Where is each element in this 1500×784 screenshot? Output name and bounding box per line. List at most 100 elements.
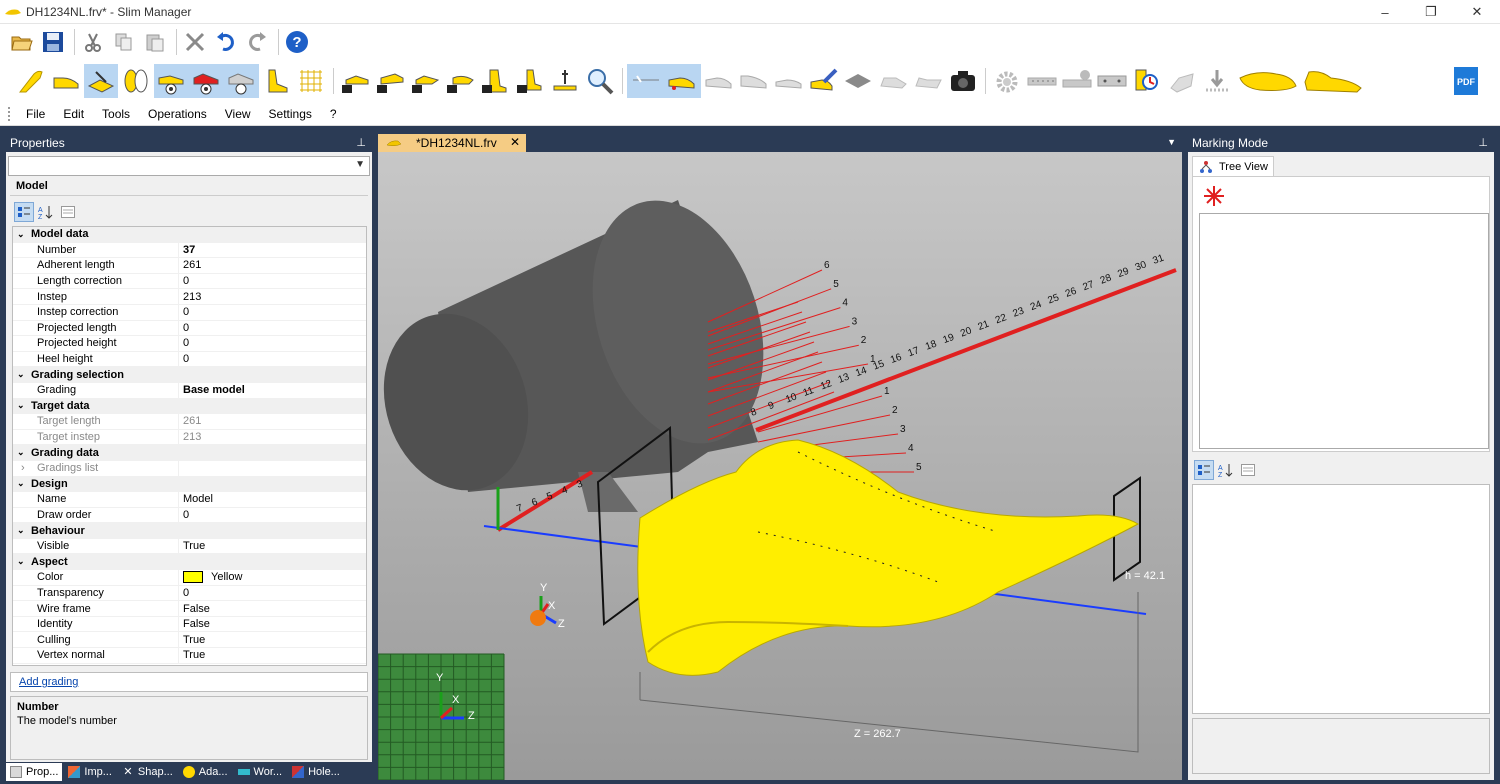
symmetry-button[interactable] [119,64,153,98]
property-category[interactable]: ⌄ Design [13,476,366,493]
export-last-button[interactable] [1130,64,1164,98]
mark-line-button[interactable] [629,64,663,98]
property-value[interactable]: Yellow [179,570,366,585]
eye-red-button[interactable] [189,64,223,98]
copy-button[interactable] [110,28,138,56]
property-value[interactable]: 0 [179,336,366,351]
menu-edit[interactable]: Edit [54,107,93,121]
grey-last-3-button[interactable] [771,64,805,98]
menu-tools[interactable]: Tools [93,107,139,121]
property-value[interactable]: True [179,539,366,554]
chevron-down-icon[interactable]: ⌄ [17,556,31,567]
property-row[interactable]: Adherent length 261 [13,258,366,274]
flat-pattern-button[interactable] [841,64,875,98]
tab-adapt[interactable]: Ada... [179,763,232,781]
tab-holes[interactable]: Hole... [288,763,344,781]
tab-work[interactable]: Wor... [234,763,287,781]
camera-view-6-button[interactable] [513,64,547,98]
property-row[interactable]: Projected length 0 [13,320,366,337]
pin-icon[interactable]: ⊥ [356,136,366,149]
alphabetical-sort-button[interactable]: AZ [36,202,56,222]
ruler-gear-button[interactable] [1060,64,1094,98]
property-value[interactable]: 0 [179,321,366,336]
camera-view-3-button[interactable] [408,64,442,98]
property-category[interactable]: ⌄ Behaviour [13,523,366,539]
property-value[interactable]: 0 [179,586,366,601]
mark-last-button[interactable] [664,64,698,98]
menu-settings[interactable]: Settings [260,107,321,121]
alphabetical-sort-button[interactable]: AZ [1216,460,1236,480]
marking-property-grid[interactable] [1192,484,1490,714]
last-side-button[interactable] [49,64,83,98]
delete-button[interactable] [181,28,209,56]
property-row[interactable]: Wire frame False [13,601,366,617]
chevron-down-icon[interactable]: ⌄ [17,400,31,411]
camera-view-2-button[interactable] [373,64,407,98]
property-row[interactable]: Draw order 0 [13,507,366,524]
camera-view-1-button[interactable] [338,64,372,98]
marking-spark-icon[interactable] [1201,185,1227,207]
property-category[interactable]: ⌄ Grading selection [13,367,366,383]
last-3d-button[interactable] [1235,64,1299,98]
property-row[interactable]: Identity False [13,616,366,633]
property-value[interactable]: 261 [179,258,366,273]
paste-button[interactable] [141,28,169,56]
maximize-button[interactable]: ❐ [1408,0,1454,24]
property-row[interactable]: Visible True [13,538,366,555]
property-value[interactable]: True [179,648,366,663]
open-folder-button[interactable] [8,28,36,56]
property-row[interactable]: Instep 213 [13,289,366,305]
property-value[interactable]: 0 [179,508,366,523]
property-value[interactable]: False [179,601,366,616]
grey-last-1-button[interactable] [701,64,735,98]
property-pages-button[interactable] [1238,460,1258,480]
tab-shapes[interactable]: ✕ Shap... [118,763,177,781]
property-value[interactable]: False [179,617,366,632]
menu-help[interactable]: ? [321,107,346,121]
eye-grey-button[interactable] [224,64,258,98]
tab-properties[interactable]: Prop... [6,763,63,781]
last-3d-alt-button[interactable] [1300,64,1364,98]
3d-viewport[interactable]: 31 30 29 28 27 26 25 24 23 22 21 20 19 18 17 16 15 14 13 12… [378,152,1182,780]
property-row[interactable]: Heel height 0 [13,351,366,368]
save-button[interactable] [39,28,67,56]
menu-file[interactable]: File [17,107,54,121]
mesh-button[interactable] [294,64,328,98]
menu-view[interactable]: View [216,107,260,121]
camera-view-4-button[interactable] [443,64,477,98]
property-pages-button[interactable] [58,202,78,222]
tree-list[interactable] [1199,213,1489,449]
property-row[interactable]: Color Yellow [13,570,366,586]
minimize-button[interactable]: – [1362,0,1408,24]
measure-button[interactable] [548,64,582,98]
property-value[interactable]: 213 [179,430,366,445]
help-button[interactable]: ? [283,28,311,56]
chevron-down-icon[interactable]: ⌄ [17,478,31,489]
property-row[interactable]: Number 37 [13,242,366,259]
pdf-export-button[interactable]: PDF [1449,64,1483,98]
add-grading-link[interactable]: Add grading [19,676,78,688]
property-value[interactable] [179,461,366,476]
ruler-dots-button[interactable] [1025,64,1059,98]
camera-view-5-button[interactable] [478,64,512,98]
property-value[interactable]: 261 [179,414,366,429]
eye-view-button[interactable] [154,64,188,98]
ruler-plain-button[interactable] [1095,64,1129,98]
cut-button[interactable] [79,28,107,56]
last-view-button[interactable] [14,64,48,98]
heel-button[interactable] [259,64,293,98]
redo-button[interactable] [243,28,271,56]
zoom-button[interactable] [583,64,617,98]
property-row[interactable]: Culling True [13,632,366,649]
property-row[interactable]: Target length 261 [13,414,366,430]
chevron-down-icon[interactable]: ⌄ [17,447,31,458]
property-row[interactable]: Vertex normal True [13,648,366,664]
categorized-view-button[interactable] [1194,460,1214,480]
property-category[interactable]: ⌄ Model data [13,227,366,243]
property-row[interactable]: Transparency 0 [13,585,366,602]
grey-last-2-button[interactable] [736,64,770,98]
chevron-down-icon[interactable]: ⌄ [17,525,31,536]
property-category[interactable]: ⌄ Target data [13,398,366,415]
property-value[interactable]: True [179,632,366,647]
property-value[interactable]: 0 [179,274,366,289]
